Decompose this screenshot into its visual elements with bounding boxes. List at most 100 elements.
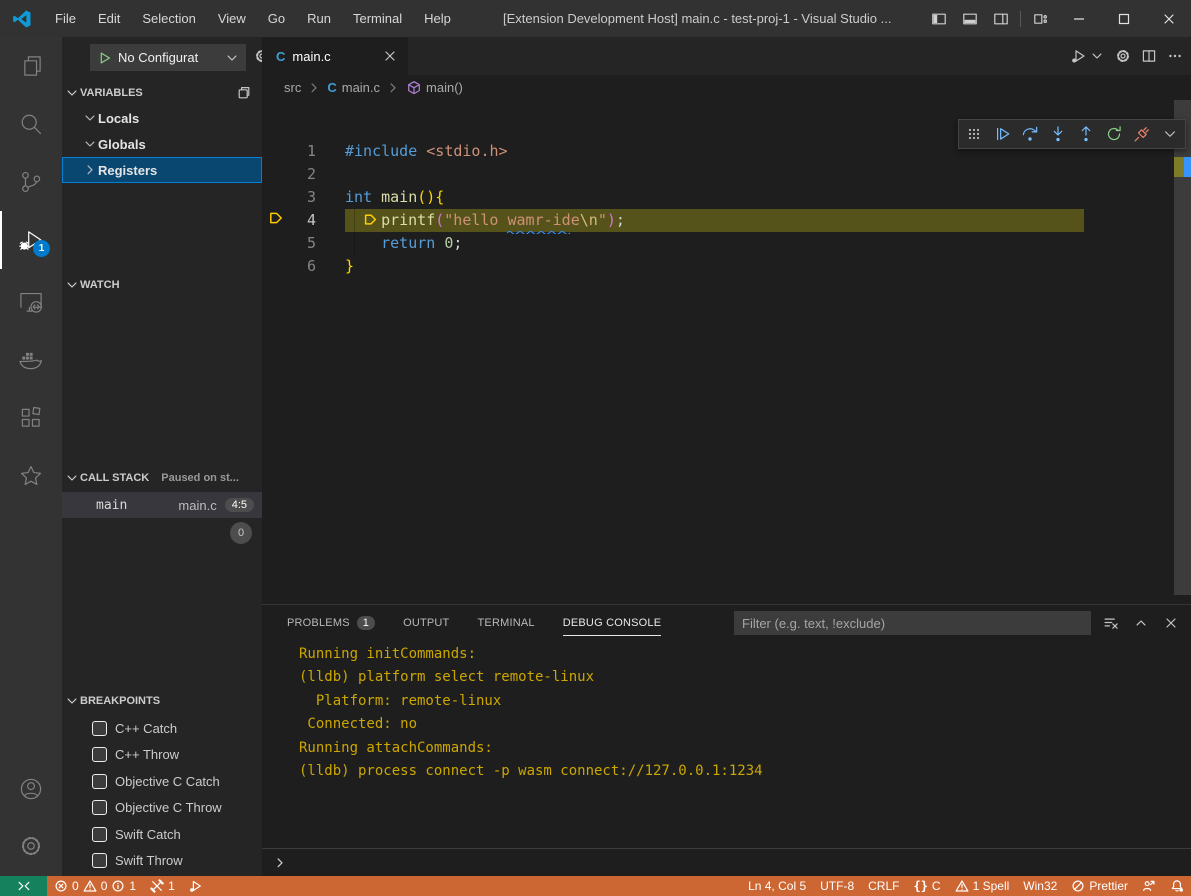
- tab-main-c[interactable]: C main.c: [262, 37, 408, 75]
- step-into-icon[interactable]: [1049, 125, 1067, 143]
- toggle-sidebar-icon[interactable]: [923, 0, 954, 37]
- maximize-button[interactable]: [1101, 0, 1146, 37]
- variables-item-locals[interactable]: Locals: [62, 105, 262, 131]
- settings-gear-icon[interactable]: [0, 817, 62, 875]
- breakpoint-checkbox[interactable]: [92, 774, 107, 789]
- menu-file[interactable]: File: [44, 0, 87, 37]
- breakpoint-checkbox[interactable]: [92, 827, 107, 842]
- debug-status[interactable]: [182, 876, 210, 896]
- debug-config-dropdown[interactable]: No Configurat: [90, 44, 246, 71]
- variables-item-globals[interactable]: Globals: [62, 131, 262, 157]
- line-number[interactable]: 2: [286, 163, 316, 186]
- breakpoint-row[interactable]: C++ Throw: [62, 742, 262, 768]
- code-line-6[interactable]: }: [345, 255, 354, 278]
- toggle-panel-icon[interactable]: [954, 0, 985, 37]
- restart-icon[interactable]: [1105, 125, 1123, 143]
- feedback-status[interactable]: [1135, 876, 1163, 896]
- code-editor[interactable]: 123456 #include <stdio.h> int main(){ pri…: [262, 100, 1191, 604]
- breakpoint-checkbox[interactable]: [92, 853, 107, 868]
- watch-section-header[interactable]: WATCH: [62, 274, 262, 296]
- spell-checker-status[interactable]: 1 Spell: [948, 876, 1017, 896]
- debug-settings-gear-icon[interactable]: [254, 48, 262, 64]
- breadcrumbs[interactable]: src C main.c main(): [262, 75, 1191, 100]
- menu-go[interactable]: Go: [257, 0, 296, 37]
- code-line-5[interactable]: return 0;: [345, 232, 462, 255]
- step-over-icon[interactable]: [1021, 125, 1039, 143]
- call-stack-section-header[interactable]: CALL STACK Paused on st...: [62, 467, 262, 489]
- breakpoint-row[interactable]: Objective C Throw: [62, 795, 262, 821]
- code-line-1[interactable]: #include <stdio.h>: [345, 140, 508, 163]
- more-actions-icon[interactable]: [1167, 48, 1183, 64]
- problems-status[interactable]: 0 0 1: [47, 876, 143, 896]
- extensions-icon[interactable]: [0, 389, 62, 447]
- continue-icon[interactable]: [993, 125, 1011, 143]
- cursor-position[interactable]: Ln 4, Col 5: [741, 876, 813, 896]
- breakpoint-row[interactable]: C++ Catch: [62, 715, 262, 741]
- panel-tab-output[interactable]: OUTPUT: [403, 605, 449, 640]
- code-line-3[interactable]: int main(){: [345, 186, 444, 209]
- close-tab-icon[interactable]: [382, 48, 398, 64]
- account-icon[interactable]: [0, 760, 62, 818]
- breadcrumb-folder[interactable]: src: [284, 80, 301, 95]
- minimize-button[interactable]: [1056, 0, 1101, 37]
- breakpoints-section-header[interactable]: BREAKPOINTS: [62, 690, 262, 712]
- menu-selection[interactable]: Selection: [131, 0, 206, 37]
- variables-item-registers[interactable]: Registers: [62, 157, 262, 183]
- breakpoint-row[interactable]: Objective C Catch: [62, 768, 262, 794]
- variables-section-header[interactable]: VARIABLES: [62, 82, 262, 104]
- step-out-icon[interactable]: [1077, 125, 1095, 143]
- search-icon[interactable]: [0, 95, 62, 153]
- split-editor-icon[interactable]: [1141, 48, 1157, 64]
- overview-ruler[interactable]: [1174, 100, 1191, 604]
- run-or-debug-icon[interactable]: [1071, 48, 1087, 64]
- tools-status[interactable]: 1: [143, 876, 182, 896]
- source-control-icon[interactable]: [0, 153, 62, 211]
- formatter-status[interactable]: Prettier: [1064, 876, 1135, 896]
- chevron-down-icon[interactable]: [1089, 48, 1105, 64]
- breadcrumb-symbol[interactable]: main(): [426, 80, 463, 95]
- maximize-panel-icon[interactable]: [1133, 615, 1149, 631]
- language-mode[interactable]: {} C: [906, 876, 947, 896]
- eol-indicator[interactable]: CRLF: [861, 876, 906, 896]
- debug-console-input[interactable]: [262, 848, 1191, 876]
- menu-run[interactable]: Run: [296, 0, 342, 37]
- breakpoint-checkbox[interactable]: [92, 747, 107, 762]
- customize-layout-icon[interactable]: [1025, 0, 1056, 37]
- toggle-secondary-sidebar-icon[interactable]: [985, 0, 1016, 37]
- run-and-debug-icon[interactable]: [0, 211, 62, 269]
- line-number[interactable]: 6: [286, 255, 316, 278]
- start-debug-icon[interactable]: [96, 50, 112, 66]
- gripper-icon[interactable]: [965, 125, 983, 143]
- menu-terminal[interactable]: Terminal: [342, 0, 413, 37]
- menu-view[interactable]: View: [207, 0, 257, 37]
- configure-gear-icon[interactable]: [1115, 48, 1131, 64]
- encoding-indicator[interactable]: UTF-8: [813, 876, 861, 896]
- breakpoint-row[interactable]: Swift Throw: [62, 848, 262, 874]
- remote-explorer-icon[interactable]: [0, 273, 62, 331]
- line-number[interactable]: 4: [286, 209, 316, 232]
- platform-indicator[interactable]: Win32: [1016, 876, 1064, 896]
- line-number[interactable]: 5: [286, 232, 316, 255]
- filter-input[interactable]: Filter (e.g. text, !exclude): [734, 611, 1091, 635]
- close-window-button[interactable]: [1146, 0, 1191, 37]
- breakpoint-row[interactable]: Swift Catch: [62, 821, 262, 847]
- panel-tab-terminal[interactable]: TERMINAL: [477, 605, 534, 640]
- chevron-down-icon[interactable]: [1161, 125, 1179, 143]
- session-row[interactable]: 0: [62, 520, 262, 546]
- notifications-status[interactable]: [1163, 876, 1191, 896]
- line-number[interactable]: 1: [286, 140, 316, 163]
- disconnect-icon[interactable]: [1133, 125, 1151, 143]
- code-line-4[interactable]: printf("hello wamr-ide\n");: [345, 209, 625, 232]
- remote-indicator[interactable]: [0, 876, 47, 896]
- panel-tab-debug-console[interactable]: DEBUG CONSOLE: [563, 605, 662, 640]
- stack-frame-row[interactable]: main main.c 4:5: [62, 492, 262, 518]
- line-number[interactable]: 3: [286, 186, 316, 209]
- docker-icon[interactable]: [0, 331, 62, 389]
- explorer-icon[interactable]: [0, 37, 62, 95]
- breadcrumb-file[interactable]: main.c: [342, 80, 380, 95]
- panel-tab-problems[interactable]: PROBLEMS1: [287, 605, 375, 640]
- breakpoint-checkbox[interactable]: [92, 800, 107, 815]
- menu-edit[interactable]: Edit: [87, 0, 131, 37]
- copy-icon[interactable]: [236, 85, 252, 101]
- star-icon[interactable]: [0, 447, 62, 505]
